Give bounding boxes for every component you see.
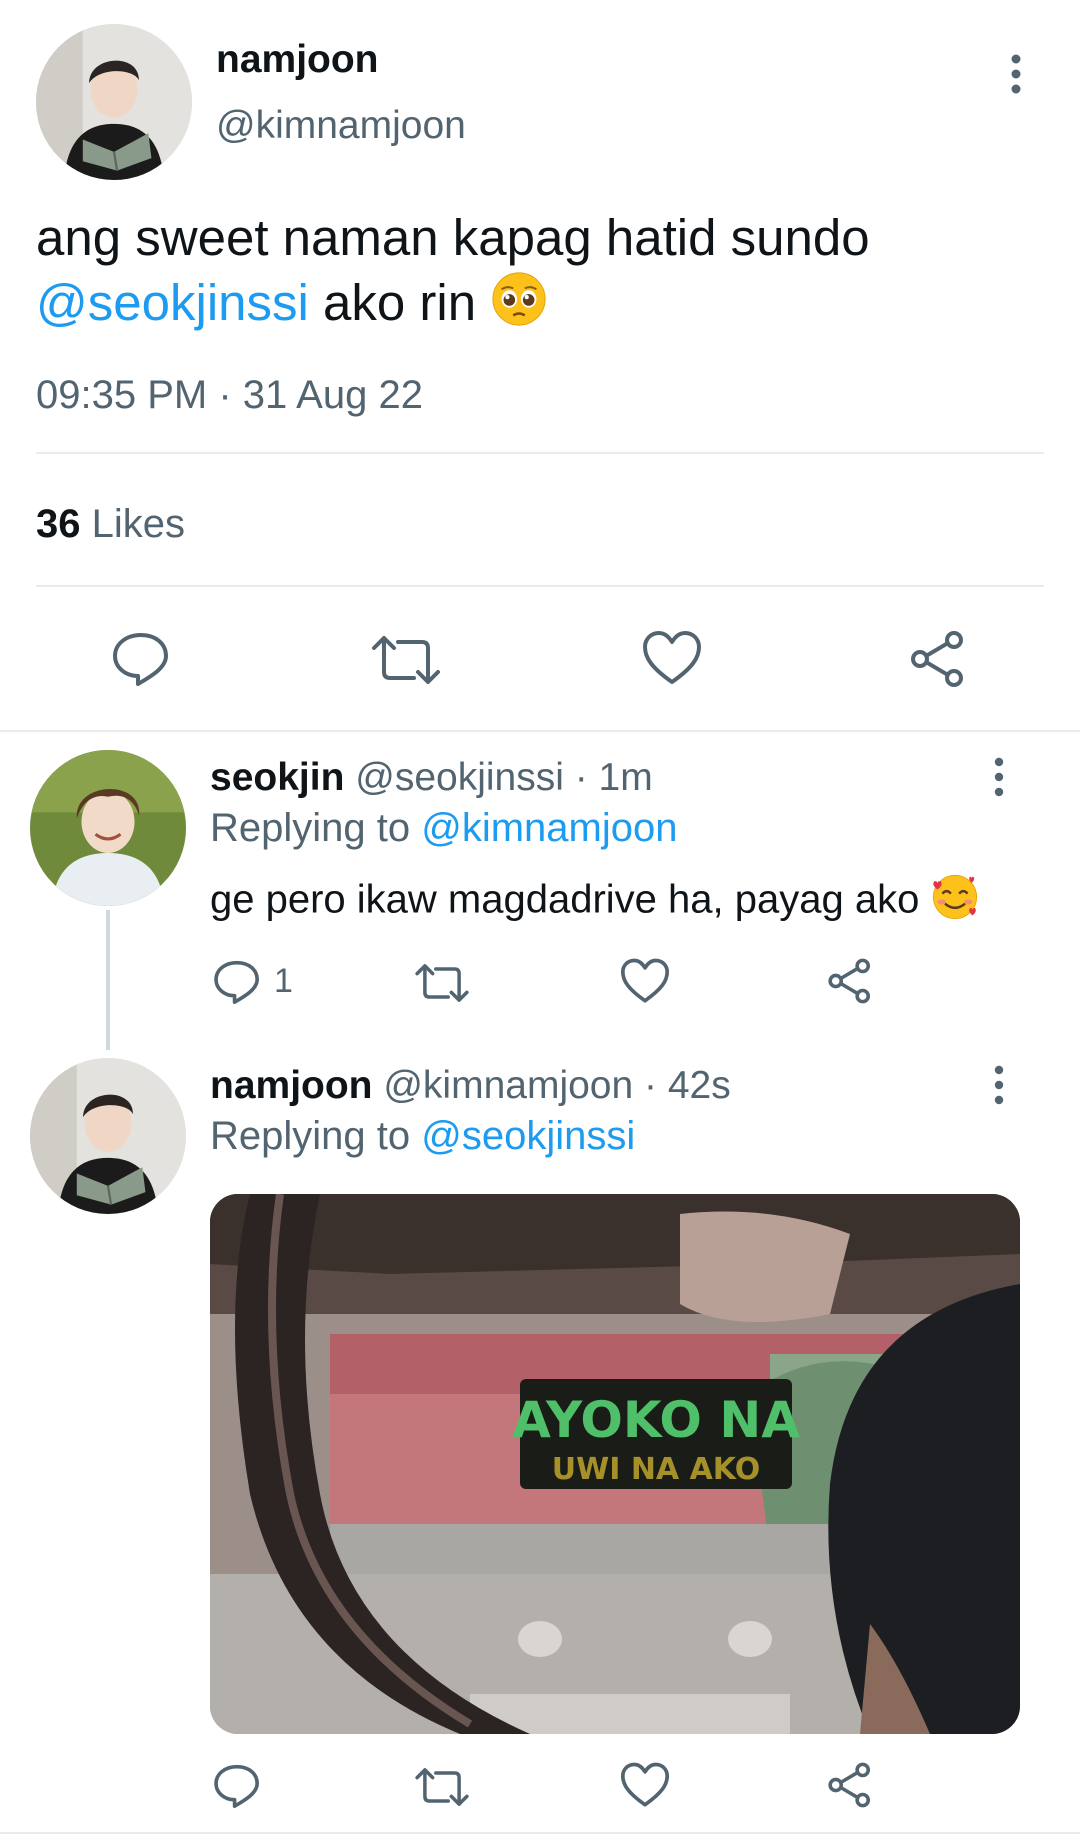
heart-icon[interactable] [642, 630, 702, 686]
more-vertical-icon[interactable] [988, 756, 1010, 798]
more-vertical-icon[interactable] [988, 1064, 1010, 1106]
tweet-text-tail: ako rin [308, 273, 491, 331]
reply-avatar[interactable] [30, 1058, 186, 1214]
reply-text: ge pero ikaw magdadrive ha, payag ako [210, 872, 980, 932]
retweet-icon[interactable] [414, 1766, 470, 1808]
likes-number: 36 [36, 502, 81, 546]
share-icon[interactable] [826, 958, 874, 1004]
more-vertical-icon[interactable] [1004, 52, 1028, 96]
replying-label: Replying to [210, 806, 422, 850]
tweet-timestamp[interactable]: 09:35 PM · 31 Aug 22 [36, 373, 423, 418]
sign-line2: UWI NA AKO [552, 1452, 760, 1487]
heart-icon[interactable] [620, 958, 670, 1004]
reply-header[interactable]: seokjin @seokjinssi · 1m [210, 756, 653, 800]
share-icon[interactable] [826, 1762, 874, 1808]
replying-label: Replying to [210, 1114, 422, 1158]
reply-author-name: seokjin [210, 756, 345, 799]
tweet-date: 31 Aug 22 [242, 373, 423, 417]
likes-count[interactable]: 36 Likes [36, 502, 185, 547]
tweet-text: ang sweet naman kapag hatid sundo @seokj… [36, 206, 1046, 343]
author-handle[interactable]: @kimnamjoon [216, 104, 466, 148]
retweet-icon[interactable] [414, 962, 470, 1004]
retweet-icon[interactable] [370, 634, 442, 686]
author-avatar[interactable] [36, 24, 192, 180]
mention-link[interactable]: @seokjinssi [36, 274, 309, 331]
reply-time: · 42s [633, 1064, 731, 1107]
reply-header[interactable]: namjoon @kimnamjoon · 42s [210, 1064, 731, 1108]
reply-icon[interactable] [212, 1762, 262, 1810]
author-name[interactable]: namjoon [216, 38, 379, 82]
thread-line [106, 910, 110, 1050]
replying-to: Replying to @seokjinssi [210, 1114, 635, 1159]
divider [36, 452, 1044, 454]
reply-icon[interactable] [110, 630, 172, 688]
tweet-time: 09:35 PM [36, 373, 208, 417]
heart-icon[interactable] [620, 1762, 670, 1808]
reply-avatar[interactable] [30, 750, 186, 906]
smiling-face-with-hearts-emoji [930, 872, 980, 932]
section-divider [0, 730, 1080, 732]
likes-label: Likes [80, 502, 185, 546]
reply-count: 1 [274, 962, 293, 1000]
sign-line1: AYOKO NA [512, 1391, 800, 1449]
reply-icon[interactable] [212, 958, 262, 1006]
divider [36, 585, 1044, 587]
reply-text-content: ge pero ikaw magdadrive ha, payag ako [210, 877, 931, 922]
share-icon[interactable] [908, 630, 968, 688]
reply-author-handle: @seokjinssi [355, 756, 564, 799]
tweet-image[interactable]: AYOKO NA UWI NA AKO [210, 1194, 1020, 1734]
meta-separator: · [207, 373, 243, 417]
replying-to: Replying to @kimnamjoon [210, 806, 677, 851]
reply-time: · 1m [563, 756, 653, 799]
pleading-face-emoji [490, 270, 548, 343]
reply-author-handle: @kimnamjoon [383, 1064, 634, 1107]
tweet-text-line2: @seokjinssi ako rin [36, 270, 1046, 343]
reply-author-name: namjoon [210, 1064, 373, 1107]
replying-to-link[interactable]: @seokjinssi [421, 1114, 635, 1158]
replying-to-link[interactable]: @kimnamjoon [421, 806, 677, 850]
image-sign: AYOKO NA UWI NA AKO [512, 1379, 800, 1489]
section-divider [0, 1832, 1080, 1834]
tweet-text-line1: ang sweet naman kapag hatid sundo [36, 209, 870, 266]
